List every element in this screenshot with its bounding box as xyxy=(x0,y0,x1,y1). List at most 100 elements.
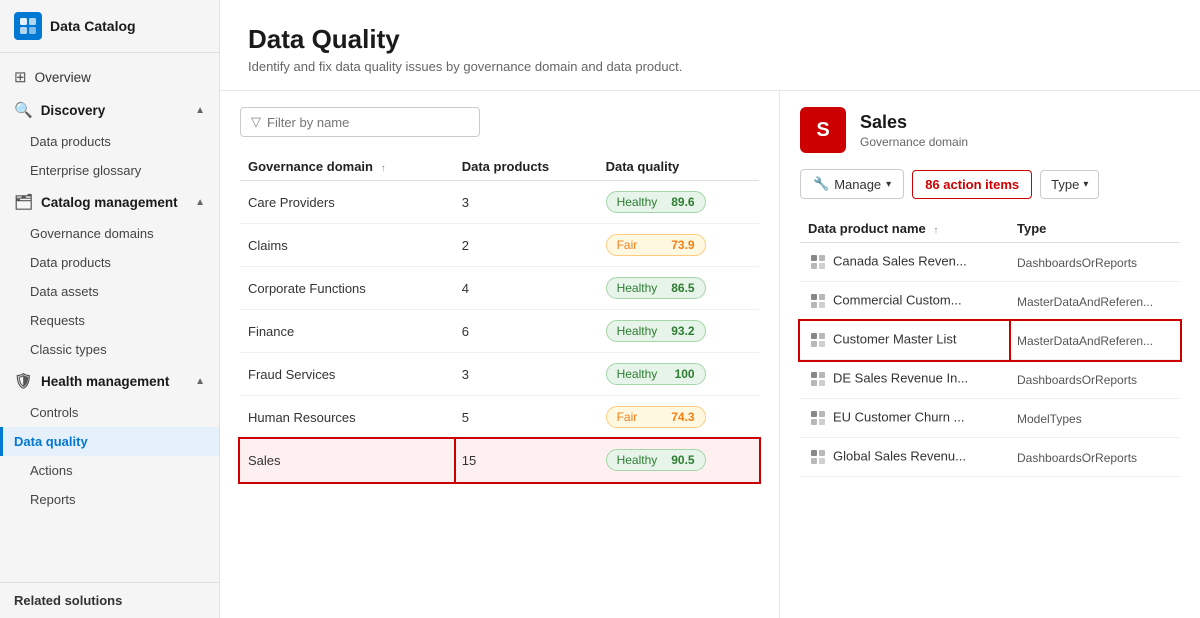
product-icon xyxy=(808,408,828,428)
product-name: DE Sales Revenue In... xyxy=(833,370,968,385)
quality-cell: Fair 73.9 xyxy=(598,224,759,267)
products-cell: 15 xyxy=(454,439,598,482)
product-type: DashboardsOrReports xyxy=(1017,451,1137,465)
wrench-icon: 🔧 xyxy=(813,176,829,192)
product-row[interactable]: Customer Master List MasterDataAndReferen… xyxy=(800,321,1180,360)
health-chevron: ▲ xyxy=(195,376,205,387)
col-product-name[interactable]: Data product name ↑ xyxy=(800,215,1009,243)
col-quality[interactable]: Data quality xyxy=(598,153,759,181)
app-logo xyxy=(14,12,42,40)
catalog-icon: 🗂 xyxy=(14,193,33,211)
main-content: Data Quality Identify and fix data quali… xyxy=(220,0,1200,618)
sidebar-item-reports[interactable]: Reports xyxy=(0,485,219,514)
quality-badge: Healthy 90.5 xyxy=(606,449,706,471)
quality-label: Healthy xyxy=(617,367,658,381)
table-row[interactable]: Finance6Healthy93.2 xyxy=(240,310,759,353)
entity-avatar: S xyxy=(800,107,846,153)
col-products[interactable]: Data products xyxy=(454,153,598,181)
quality-cell: Healthy93.2 xyxy=(598,310,759,353)
quality-badge: Healthy89.6 xyxy=(606,191,706,213)
quality-cell: Healthy 90.5 xyxy=(598,439,759,482)
quality-score: 74.3 xyxy=(671,410,694,424)
sidebar-item-data-quality[interactable]: Data quality xyxy=(0,427,219,456)
detail-panel: S Sales Governance domain 🔧 Manage ▾ 86 … xyxy=(780,91,1200,618)
quality-label: Fair xyxy=(617,410,638,424)
products-cell: 6 xyxy=(454,310,598,353)
quality-cell: Healthy89.6 xyxy=(598,181,759,224)
col-product-type[interactable]: Type xyxy=(1009,215,1180,243)
product-type-cell: ModelTypes xyxy=(1009,399,1180,438)
product-icon xyxy=(808,369,828,389)
product-type: MasterDataAndReferen... xyxy=(1017,295,1153,309)
domain-cell: Finance xyxy=(240,310,454,353)
product-row[interactable]: Commercial Custom... MasterDataAndReferen… xyxy=(800,282,1180,321)
domain-cell: Sales xyxy=(240,439,454,482)
product-row[interactable]: Canada Sales Reven...DashboardsOrReports xyxy=(800,243,1180,282)
table-row[interactable]: Sales15 Healthy 90.5 xyxy=(240,439,759,482)
product-name: Commercial Custom... xyxy=(833,292,962,307)
quality-score: 100 xyxy=(675,367,695,381)
col-domain[interactable]: Governance domain ↑ xyxy=(240,153,454,181)
product-type-cell: DashboardsOrReports xyxy=(1009,243,1180,282)
product-type-cell: MasterDataAndReferen... xyxy=(1009,282,1180,321)
quality-badge: Healthy 100 xyxy=(606,363,706,385)
type-button[interactable]: Type ▾ xyxy=(1040,170,1099,199)
table-row[interactable]: Corporate Functions4Healthy86.5 xyxy=(240,267,759,310)
sidebar-section-catalog[interactable]: 🗂 Catalog management ▲ xyxy=(0,185,219,219)
sidebar-item-data-assets[interactable]: Data assets xyxy=(0,277,219,306)
overview-icon: ⊞ xyxy=(14,68,27,86)
product-row[interactable]: EU Customer Churn ...ModelTypes xyxy=(800,399,1180,438)
page-title: Data Quality xyxy=(248,24,1172,55)
filter-input[interactable] xyxy=(267,115,447,130)
sidebar-item-enterprise-glossary[interactable]: Enterprise glossary xyxy=(0,156,219,185)
product-row[interactable]: DE Sales Revenue In... DashboardsOrReport… xyxy=(800,360,1180,399)
product-type-cell: DashboardsOrReports xyxy=(1009,438,1180,477)
sidebar-item-classic-types[interactable]: Classic types xyxy=(0,335,219,364)
page-subtitle: Identify and fix data quality issues by … xyxy=(248,59,1172,74)
table-row[interactable]: Care Providers3Healthy89.6 xyxy=(240,181,759,224)
product-type: DashboardsOrReports xyxy=(1017,256,1137,270)
sidebar-section-discovery[interactable]: 🔍 Discovery ▲ xyxy=(0,93,219,127)
quality-score: 86.5 xyxy=(671,281,694,295)
quality-cell: Fair 74.3 xyxy=(598,396,759,439)
table-row[interactable]: Human Resources5Fair74.3 xyxy=(240,396,759,439)
quality-score: 73.9 xyxy=(671,238,694,252)
product-type: DashboardsOrReports xyxy=(1017,373,1137,387)
sidebar-item-requests[interactable]: Requests xyxy=(0,306,219,335)
sidebar-footer[interactable]: Related solutions xyxy=(0,582,219,618)
product-name: Global Sales Revenu... xyxy=(833,448,966,463)
product-type: MasterDataAndReferen... xyxy=(1017,334,1153,348)
product-row[interactable]: Global Sales Revenu... DashboardsOrReport… xyxy=(800,438,1180,477)
sidebar-section-health[interactable]: 🛡 Health management ▲ xyxy=(0,364,219,398)
product-name-cell: EU Customer Churn ... xyxy=(800,399,1009,438)
sidebar: Data Catalog ⊞ Overview 🔍 Discovery ▲ Da… xyxy=(0,0,220,618)
discovery-chevron: ▲ xyxy=(195,105,205,116)
quality-score: 89.6 xyxy=(671,195,694,209)
product-icon xyxy=(808,330,828,350)
sidebar-header[interactable]: Data Catalog xyxy=(0,0,219,53)
product-icon xyxy=(808,447,828,467)
table-row[interactable]: Fraud Services3Healthy100 xyxy=(240,353,759,396)
table-row[interactable]: Claims2Fair73.9 xyxy=(240,224,759,267)
product-table: Data product name ↑ Type Canada Sales Re… xyxy=(800,215,1180,477)
quality-label: Healthy xyxy=(617,453,658,467)
filter-bar[interactable]: ▽ xyxy=(240,107,480,137)
quality-label: Fair xyxy=(617,238,638,252)
sidebar-item-actions[interactable]: Actions xyxy=(0,456,219,485)
manage-button[interactable]: 🔧 Manage ▾ xyxy=(800,169,904,199)
sidebar-item-data-products-discovery[interactable]: Data products xyxy=(0,127,219,156)
governance-table-area: ▽ Governance domain ↑ Data products xyxy=(220,91,780,618)
sidebar-item-controls[interactable]: Controls xyxy=(0,398,219,427)
sidebar-item-governance-domains[interactable]: Governance domains xyxy=(0,219,219,248)
sidebar-item-overview[interactable]: ⊞ Overview xyxy=(0,61,219,93)
quality-score: 90.5 xyxy=(671,453,694,467)
product-name: Customer Master List xyxy=(833,331,957,346)
quality-label: Healthy xyxy=(617,324,658,338)
page-header: Data Quality Identify and fix data quali… xyxy=(220,0,1200,91)
action-items-button[interactable]: 86 action items xyxy=(912,170,1032,199)
quality-badge: Fair 73.9 xyxy=(606,234,706,256)
quality-label: Healthy xyxy=(617,281,658,295)
product-type-cell: MasterDataAndReferen... xyxy=(1009,321,1180,360)
domain-cell: Care Providers xyxy=(240,181,454,224)
sidebar-item-data-products-catalog[interactable]: Data products xyxy=(0,248,219,277)
